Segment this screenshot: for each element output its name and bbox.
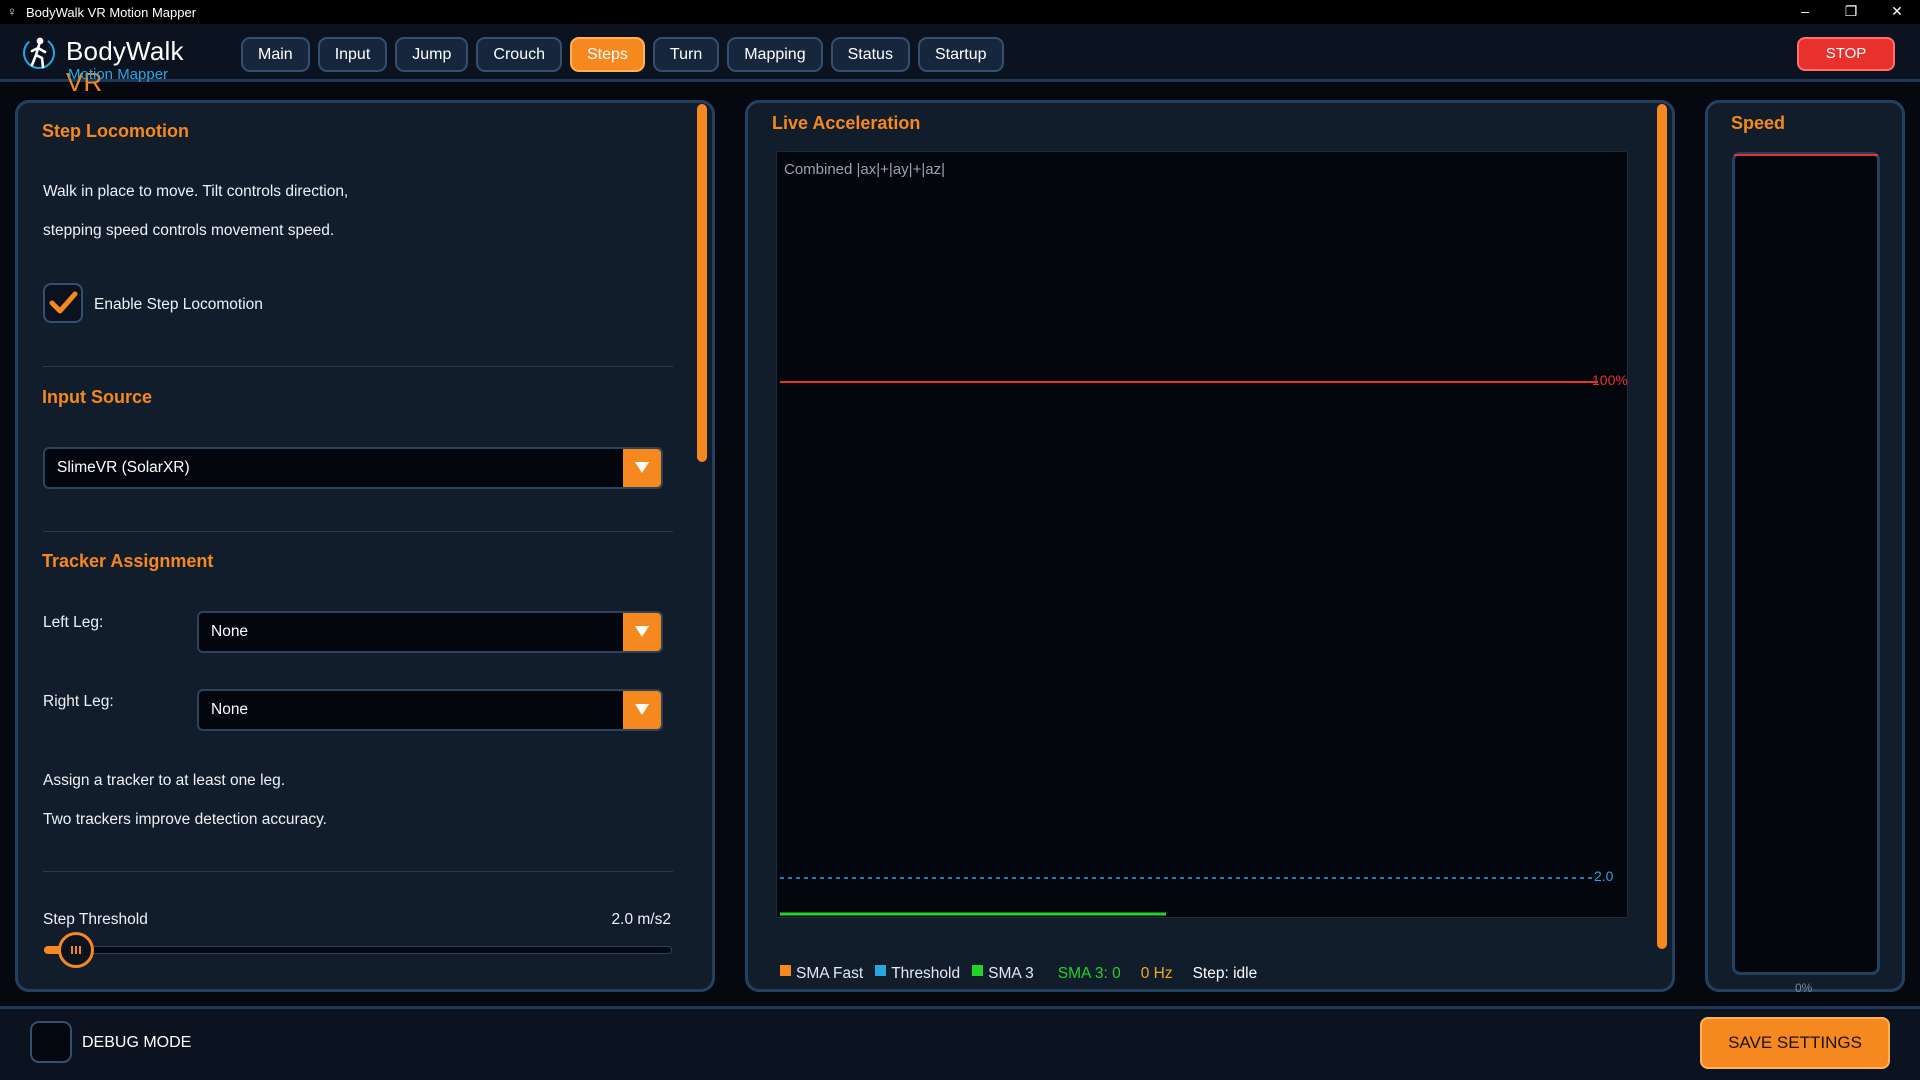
legend-swatch <box>780 964 791 976</box>
legend-threshold-label: Threshold <box>891 965 961 982</box>
tab-turn[interactable]: Turn <box>652 37 720 72</box>
legend-swatch <box>972 964 984 976</box>
graph-legend: SMA Fast Threshold SMA 3 SMA 3: 0 0 Hz S… <box>780 963 1269 985</box>
step-threshold-slider-thumb[interactable] <box>58 932 94 968</box>
graph-scrollbar[interactable] <box>1657 104 1667 949</box>
legend-threshold: Threshold <box>875 964 961 983</box>
step-threshold-value: 2.0 m/s2 <box>611 911 671 928</box>
live-acceleration-title: Live Acceleration <box>772 113 921 133</box>
input-source-dropdown[interactable]: SlimeVR (SolarXR) <box>43 447 663 489</box>
sma3-readout: SMA 3: 0 <box>1057 965 1121 982</box>
window-controls: – ❐ ✕ <box>1782 0 1920 24</box>
close-icon[interactable]: ✕ <box>1874 0 1920 24</box>
settings-scrollbar[interactable] <box>697 104 707 462</box>
tab-crouch[interactable]: Crouch <box>476 37 562 72</box>
left-leg-label: Left Leg: <box>43 614 104 631</box>
window-titlebar: ♀ BodyWalk VR Motion Mapper – ❐ ✕ <box>0 0 1920 24</box>
enable-step-locomotion-checkbox[interactable] <box>43 283 83 323</box>
debug-mode-checkbox[interactable] <box>30 1021 72 1063</box>
right-leg-label: Right Leg: <box>43 693 114 710</box>
check-icon <box>49 291 78 314</box>
input-source-title: Input Source <box>42 387 153 407</box>
dropdown-arrow-icon[interactable] <box>623 691 661 729</box>
stop-button[interactable]: STOP <box>1797 37 1895 71</box>
speed-min-label: 0% <box>1795 981 1813 995</box>
brand-subtitle: Motion Mapper <box>68 66 169 83</box>
speed-meter-max-line <box>1734 154 1878 156</box>
tab-input[interactable]: Input <box>317 37 388 72</box>
input-source-value: SlimeVR (SolarXR) <box>57 459 190 476</box>
brand-name-text: BodyWalk <box>66 36 184 66</box>
legend-swatch <box>875 964 887 976</box>
step-locomotion-title: Step Locomotion <box>42 121 189 141</box>
tab-mapping[interactable]: Mapping <box>727 37 823 72</box>
window-title: BodyWalk VR Motion Mapper <box>26 4 197 20</box>
tracker-hint-2: Two trackers improve detection accuracy. <box>43 811 327 828</box>
slider-grip-icon <box>71 946 82 954</box>
divider <box>43 366 673 367</box>
tab-steps[interactable]: Steps <box>569 37 645 72</box>
step-locomotion-desc-2: stepping speed controls movement speed. <box>43 222 335 239</box>
tab-startup[interactable]: Startup <box>917 37 1004 72</box>
tracker-hint-1: Assign a tracker to at least one leg. <box>43 772 286 789</box>
tab-bar: Main Input Jump Crouch Steps Turn Mappin… <box>241 37 1004 72</box>
step-state-readout: Step: idle <box>1192 965 1258 982</box>
divider <box>43 531 673 532</box>
acceleration-graph-lines <box>780 381 1598 916</box>
footer-bar <box>0 1006 1920 1080</box>
step-threshold-label: Step Threshold <box>43 911 148 928</box>
hz-readout: 0 Hz <box>1140 965 1173 982</box>
walker-logo-icon <box>23 37 55 69</box>
step-threshold-slider[interactable] <box>44 946 672 954</box>
right-leg-dropdown[interactable]: None <box>197 689 663 731</box>
legend-sma3: SMA 3 <box>972 964 1034 983</box>
restore-icon[interactable]: ❐ <box>1828 0 1874 24</box>
tab-main[interactable]: Main <box>241 37 310 72</box>
dropdown-arrow-icon[interactable] <box>623 613 661 651</box>
app-header: BodyWalk VR Motion Mapper Main Input Jum… <box>0 24 1920 97</box>
step-locomotion-desc-1: Walk in place to move. Tilt controls dir… <box>43 183 349 200</box>
left-leg-dropdown[interactable]: None <box>197 611 663 653</box>
tracker-assignment-title: Tracker Assignment <box>42 551 214 571</box>
speed-meter <box>1732 152 1880 975</box>
minimize-icon[interactable]: – <box>1782 0 1828 24</box>
enable-step-locomotion-label[interactable]: Enable Step Locomotion <box>94 296 263 314</box>
tab-status[interactable]: Status <box>830 37 910 72</box>
save-settings-button[interactable]: SAVE SETTINGS <box>1700 1017 1890 1069</box>
app-icon: ♀ <box>7 4 17 19</box>
left-leg-value: None <box>211 623 249 640</box>
speed-title: Speed <box>1731 113 1786 133</box>
max-line-label: 100% <box>1592 372 1628 388</box>
divider <box>43 871 673 872</box>
debug-mode-label[interactable]: DEBUG MODE <box>82 1034 191 1052</box>
right-leg-value: None <box>211 701 249 718</box>
legend-sma-fast: SMA Fast <box>780 964 864 983</box>
legend-sma-fast-label: SMA Fast <box>796 965 864 982</box>
dropdown-arrow-icon[interactable] <box>623 449 661 487</box>
legend-sma3-label: SMA 3 <box>988 965 1034 982</box>
logo: BodyWalk VR Motion Mapper <box>20 32 220 97</box>
tab-jump[interactable]: Jump <box>395 37 469 72</box>
threshold-line-label: 2.0 <box>1594 868 1614 884</box>
